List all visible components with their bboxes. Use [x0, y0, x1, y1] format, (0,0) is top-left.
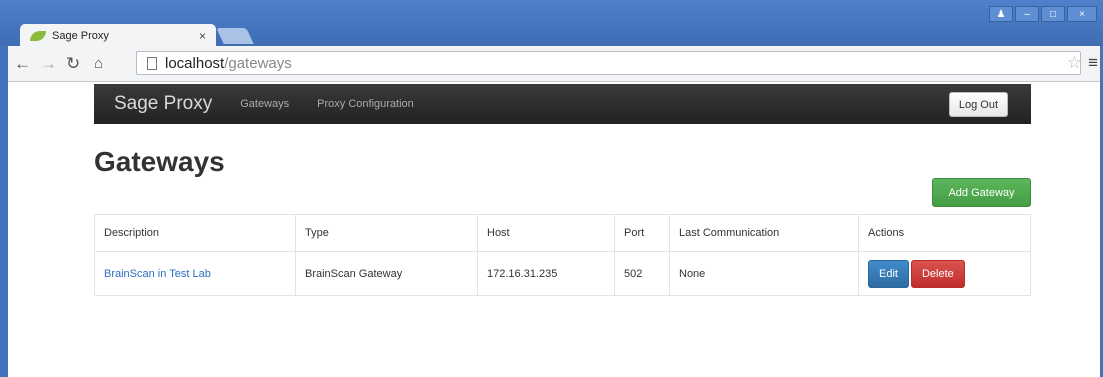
new-tab-button[interactable]	[216, 28, 254, 44]
add-gateway-button[interactable]: Add Gateway	[932, 178, 1031, 207]
tab-close-icon[interactable]: ×	[199, 29, 206, 43]
star-icon[interactable]: ☆	[1067, 53, 1082, 73]
cell-host: 172.16.31.235	[477, 251, 615, 296]
edit-button[interactable]: Edit	[868, 259, 909, 288]
cell-type: BrainScan Gateway	[295, 251, 478, 296]
forward-arrow-icon[interactable]: →	[40, 54, 57, 74]
column-header-last-communication: Last Communication	[669, 214, 859, 252]
column-header-host: Host	[477, 214, 615, 252]
cell-last-communication: None	[669, 251, 859, 296]
delete-button[interactable]: Delete	[910, 259, 965, 288]
cell-description: BrainScan in Test Lab	[94, 251, 296, 296]
browser-tab[interactable]: Sage Proxy ×	[20, 24, 216, 48]
gateway-description-link[interactable]: BrainScan in Test Lab	[104, 268, 211, 280]
window-controls: ♟ – □ ×	[989, 6, 1097, 22]
navbar-brand[interactable]: Sage Proxy	[114, 93, 212, 115]
url-path: /gateways	[224, 54, 292, 72]
user-icon[interactable]: ♟	[989, 6, 1013, 22]
column-header-actions: Actions	[858, 214, 1031, 252]
nav-link-proxy-configuration[interactable]: Proxy Configuration	[317, 98, 414, 110]
app-navbar: Sage Proxy Gateways Proxy Configuration …	[94, 84, 1031, 124]
reload-icon[interactable]: ↻	[66, 54, 80, 74]
cell-actions: Edit Delete	[858, 251, 1031, 296]
tab-title: Sage Proxy	[52, 30, 109, 42]
table-header-row: Description Type Host Port Last Communic…	[94, 214, 1031, 252]
url-host: localhost	[165, 54, 225, 72]
page-title: Gateways	[94, 146, 225, 177]
page-icon	[147, 56, 157, 70]
leaf-favicon-icon	[30, 31, 46, 41]
nav-link-gateways[interactable]: Gateways	[240, 98, 289, 110]
back-arrow-icon[interactable]: ←	[14, 54, 31, 74]
logout-button[interactable]: Log Out	[948, 92, 1008, 117]
column-header-type: Type	[295, 214, 478, 252]
column-header-port: Port	[614, 214, 670, 252]
maximize-icon[interactable]: □	[1041, 6, 1065, 22]
window-frame-left	[0, 46, 8, 377]
gateways-table: Description Type Host Port Last Communic…	[94, 214, 1031, 296]
minimize-icon[interactable]: –	[1015, 6, 1039, 22]
browser-toolbar: ← → ↻ ⌂ localhost/gateways ☆ ≡	[8, 46, 1100, 82]
home-icon[interactable]: ⌂	[94, 55, 103, 72]
menu-icon[interactable]: ≡	[1088, 53, 1098, 73]
window-close-icon[interactable]: ×	[1067, 6, 1097, 22]
browser-titlebar: Sage Proxy × ♟ – □ ×	[0, 0, 1103, 48]
cell-port: 502	[614, 251, 670, 296]
column-header-description: Description	[94, 214, 296, 252]
address-bar[interactable]: localhost/gateways	[136, 51, 1081, 75]
table-row: BrainScan in Test Lab BrainScan Gateway …	[94, 251, 1031, 296]
